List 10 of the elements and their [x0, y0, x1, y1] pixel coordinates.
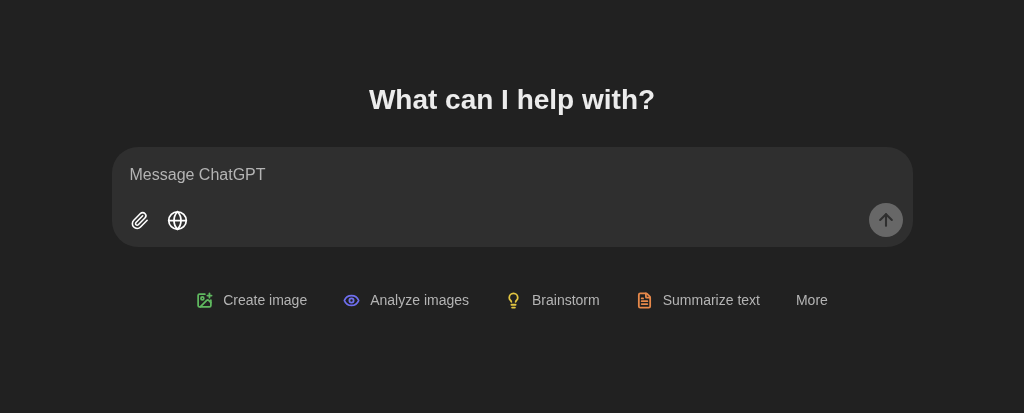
- suggestion-button[interactable]: Create image: [196, 288, 308, 312]
- paperclip-icon: [130, 210, 149, 230]
- suggestion-button[interactable]: Brainstorm: [505, 288, 600, 312]
- suggestion-button[interactable]: Summarize text: [635, 288, 760, 312]
- suggestion-button[interactable]: More: [795, 288, 828, 312]
- message-input[interactable]: Message ChatGPT: [129, 163, 895, 187]
- page-heading: What can I help with?: [368, 83, 656, 117]
- message-composer[interactable]: Message ChatGPT: [111, 147, 913, 247]
- suggestion-button[interactable]: Analyze images: [343, 288, 469, 312]
- globe-icon: [167, 209, 188, 231]
